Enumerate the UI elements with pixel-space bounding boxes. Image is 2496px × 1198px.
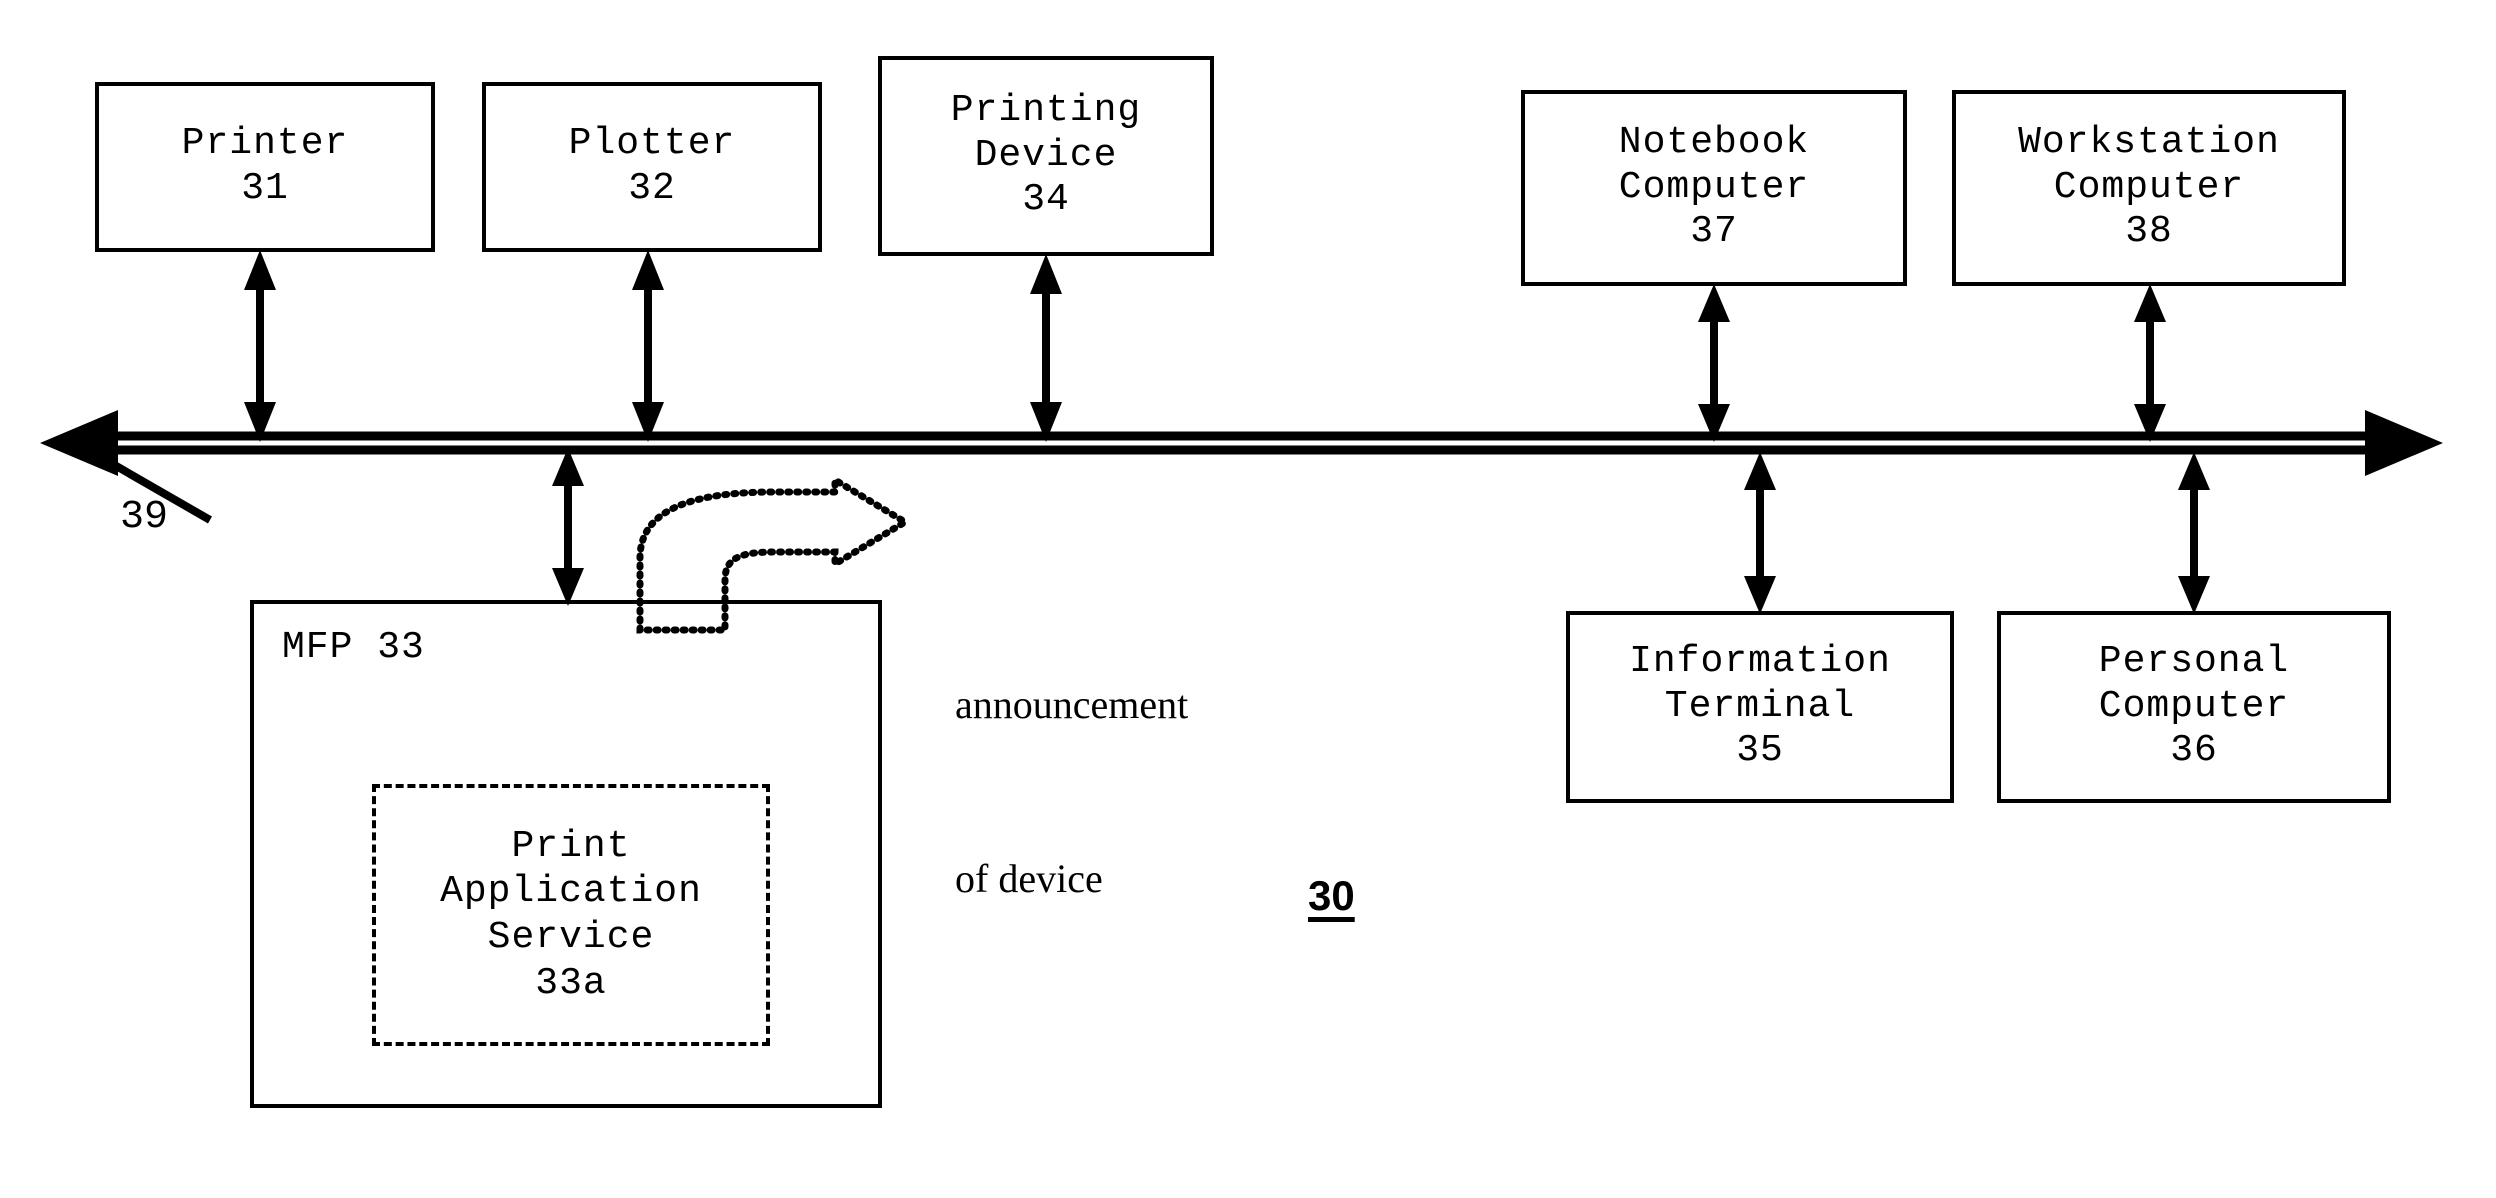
print-application-service-box: Print Application Service 33a (372, 784, 770, 1046)
printing-device-label-line1: Printing (950, 88, 1142, 132)
information-terminal-label-line3: 35 (1736, 729, 1784, 773)
printing-device-box: Printing Device 34 (878, 56, 1214, 256)
announcement-annotation-line1: announcement (955, 682, 1189, 727)
workstation-computer-label-line1: Workstation (2018, 120, 2280, 164)
personal-computer-label-line3: 36 (2170, 729, 2218, 773)
notebook-computer-bus-connector-arrow (1698, 284, 1730, 442)
personal-computer-box: Personal Computer 36 (1997, 611, 2391, 803)
mfp-label: MFP 33 (282, 626, 425, 669)
personal-computer-bus-connector-arrow (2178, 452, 2210, 614)
personal-computer-label-line1: Personal (2098, 639, 2290, 683)
patent-figure: 39 Printer 31 Plotter 32 Printing Device… (0, 0, 2496, 1198)
plotter-box: Plotter 32 (482, 82, 822, 252)
figure-reference-numeral-30: 30 (1308, 872, 1355, 919)
print-application-service-label-line4: 33a (535, 961, 607, 1005)
mfp-bus-connector-arrow (552, 448, 584, 606)
printing-device-label-line2: Device (974, 133, 1118, 177)
notebook-computer-label-line1: Notebook (1618, 120, 1810, 164)
announcement-annotation-line2: of device (955, 856, 1103, 901)
notebook-computer-label-line3: 37 (1690, 210, 1738, 254)
plotter-label-line2: 32 (628, 167, 676, 210)
workstation-computer-label-line2: Computer (2053, 165, 2245, 209)
print-application-service-label-line3: Service (487, 916, 655, 959)
print-application-service-label-line2: Application (440, 870, 702, 914)
mfp-box: MFP 33 Print Application Service 33a (250, 600, 882, 1108)
information-terminal-label-line1: Information (1629, 639, 1891, 683)
information-terminal-label-line2: Terminal (1664, 684, 1856, 728)
printer-bus-connector-arrow (244, 250, 276, 442)
personal-computer-label-line2: Computer (2098, 684, 2290, 728)
plotter-label-line1: Plotter (568, 122, 736, 166)
printer-box: Printer 31 (95, 82, 435, 252)
workstation-computer-label-line3: 38 (2125, 210, 2173, 254)
information-terminal-box: Information Terminal 35 (1566, 611, 1954, 803)
reference-numeral-39: 39 (120, 495, 169, 540)
printing-device-label-line3: 34 (1022, 178, 1070, 222)
notebook-computer-box: Notebook Computer 37 (1521, 90, 1907, 286)
notebook-computer-label-line2: Computer (1618, 165, 1810, 209)
printer-label-line2: 31 (241, 167, 289, 210)
announcement-annotation: announcement of device (955, 560, 1188, 1024)
printer-label-line1: Printer (181, 122, 349, 166)
workstation-computer-box: Workstation Computer 38 (1952, 90, 2346, 286)
network-bus (40, 410, 2443, 476)
print-application-service-label-line1: Print (511, 824, 631, 868)
plotter-bus-connector-arrow (632, 250, 664, 442)
printing-device-bus-connector-arrow (1030, 254, 1062, 442)
workstation-computer-bus-connector-arrow (2134, 284, 2166, 442)
information-terminal-bus-connector-arrow (1744, 452, 1776, 614)
